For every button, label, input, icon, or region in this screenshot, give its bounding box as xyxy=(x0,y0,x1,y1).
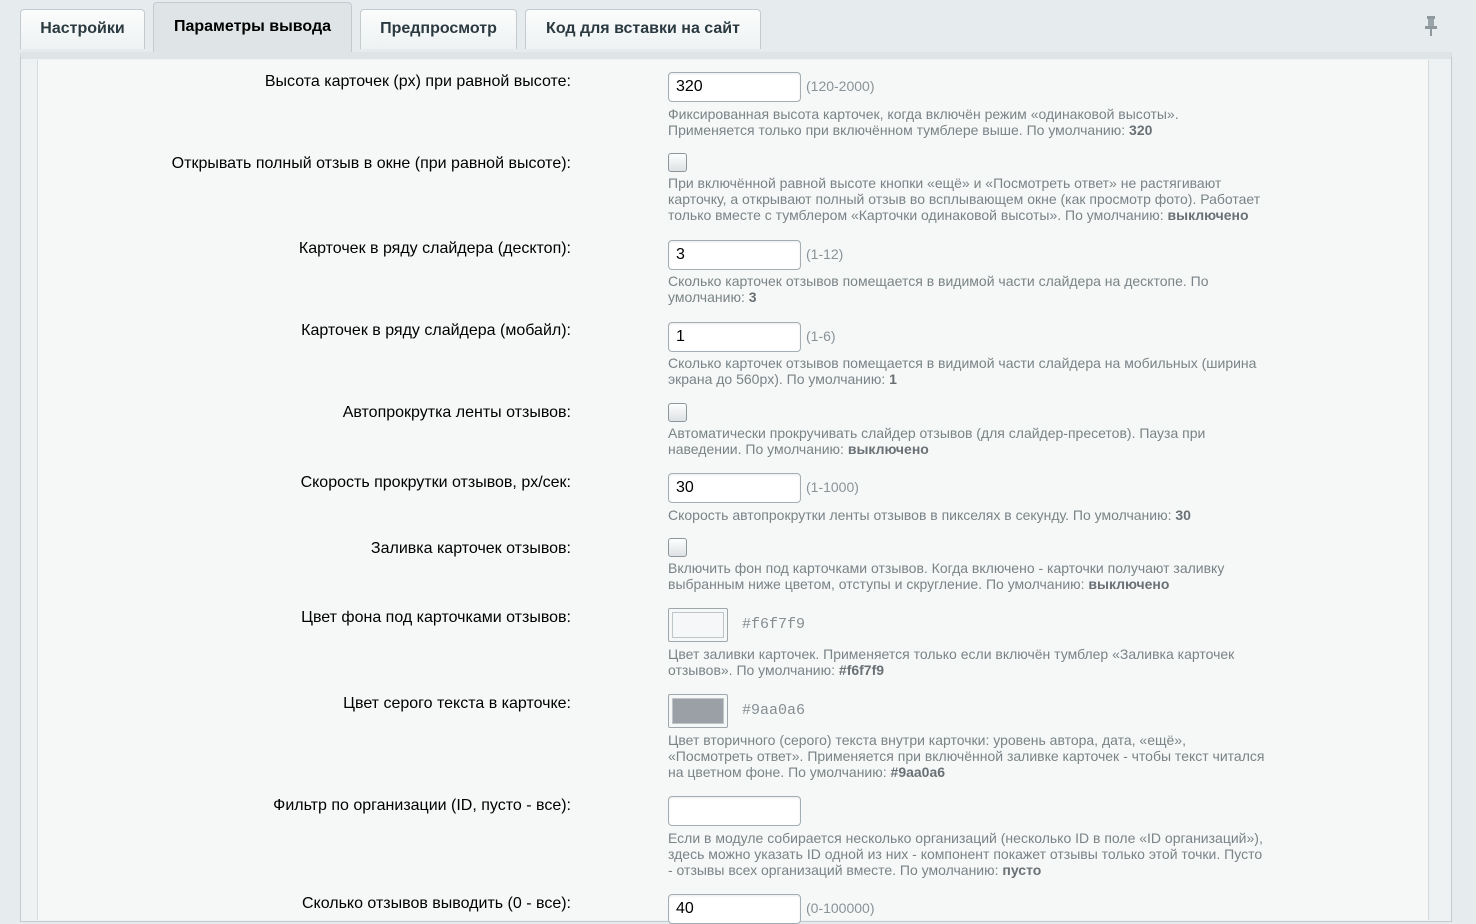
scroll-speed-range: (1-1000) xyxy=(806,479,859,495)
card-height-label: Высота карточек (px) при равной высоте: xyxy=(264,73,571,90)
gray-text-color-label: Цвет серого текста в карточке: xyxy=(343,695,571,712)
open-full-review-hint: При включённой равной высоте кнопки «ещё… xyxy=(668,175,1261,223)
open-full-review-checkbox[interactable] xyxy=(668,153,687,172)
org-filter-label: Фильтр по организации (ID, пусто - все): xyxy=(273,797,571,814)
tab-output-params[interactable]: Параметры вывода xyxy=(153,2,352,52)
slider-mobile-range: (1-6) xyxy=(806,328,836,344)
gray-text-color-fill xyxy=(672,698,724,724)
pin-icon[interactable] xyxy=(1420,14,1442,38)
scroll-speed-input[interactable] xyxy=(668,473,801,503)
card-height-input[interactable] xyxy=(668,72,801,102)
slider-desktop-hint: Сколько карточек отзывов помещается в ви… xyxy=(668,273,1209,305)
slider-desktop-range: (1-12) xyxy=(806,246,844,262)
slider-desktop-input[interactable] xyxy=(668,240,801,270)
reviews-count-range: (0-100000) xyxy=(806,900,875,916)
card-bg-color-swatch[interactable] xyxy=(668,608,728,642)
gray-text-color-hint: Цвет вторичного (серого) текста внутри к… xyxy=(668,732,1265,780)
slider-desktop-label: Карточек в ряду слайдера (десктоп): xyxy=(298,240,571,257)
autoscroll-checkbox[interactable] xyxy=(668,403,687,422)
open-full-review-label: Открывать полный отзыв в окне (при равно… xyxy=(171,155,571,172)
gray-text-color-hex: #9aa0a6 xyxy=(742,702,806,719)
autoscroll-hint: Автоматически прокручивать слайдер отзыв… xyxy=(668,425,1206,457)
card-bg-color-hint: Цвет заливки карточек. Применяется тольк… xyxy=(668,646,1235,678)
gray-text-color-swatch[interactable] xyxy=(668,694,728,728)
card-fill-label: Заливка карточек отзывов: xyxy=(370,540,571,557)
slider-mobile-label: Карточек в ряду слайдера (мобайл): xyxy=(301,322,571,339)
slider-mobile-hint: Сколько карточек отзывов помещается в ви… xyxy=(668,355,1257,387)
org-filter-hint: Если в модуле собирается несколько орган… xyxy=(668,830,1263,878)
card-fill-checkbox[interactable] xyxy=(668,538,687,557)
card-height-range: (120-2000) xyxy=(806,78,875,94)
tab-embed-code[interactable]: Код для вставки на сайт xyxy=(525,9,761,49)
tab-settings[interactable]: Настройки xyxy=(20,9,145,49)
card-fill-hint: Включить фон под карточками отзывов. Ког… xyxy=(668,560,1225,592)
autoscroll-label: Автопрокрутка ленты отзывов: xyxy=(342,404,571,421)
reviews-count-label: Сколько отзывов выводить (0 - все): xyxy=(301,895,571,912)
tab-bar: Настройки Параметры вывода Предпросмотр … xyxy=(20,0,1452,52)
reviews-count-input[interactable] xyxy=(668,894,801,924)
card-bg-color-fill xyxy=(672,612,724,638)
scroll-speed-label: Скорость прокрутки отзывов, px/сек: xyxy=(300,474,571,491)
card-bg-color-hex: #f6f7f9 xyxy=(742,616,806,633)
scroll-speed-hint: Скорость автопрокрутки ленты отзывов в п… xyxy=(668,507,1191,523)
card-bg-color-label: Цвет фона под карточками отзывов: xyxy=(301,609,571,626)
slider-mobile-input[interactable] xyxy=(668,322,801,352)
card-height-hint: Фиксированная высота карточек, когда вкл… xyxy=(668,106,1179,138)
form-panel: Высота карточек (px) при равной высоте: … xyxy=(37,60,1429,924)
tab-preview[interactable]: Предпросмотр xyxy=(360,9,517,49)
org-filter-input[interactable] xyxy=(668,796,801,826)
